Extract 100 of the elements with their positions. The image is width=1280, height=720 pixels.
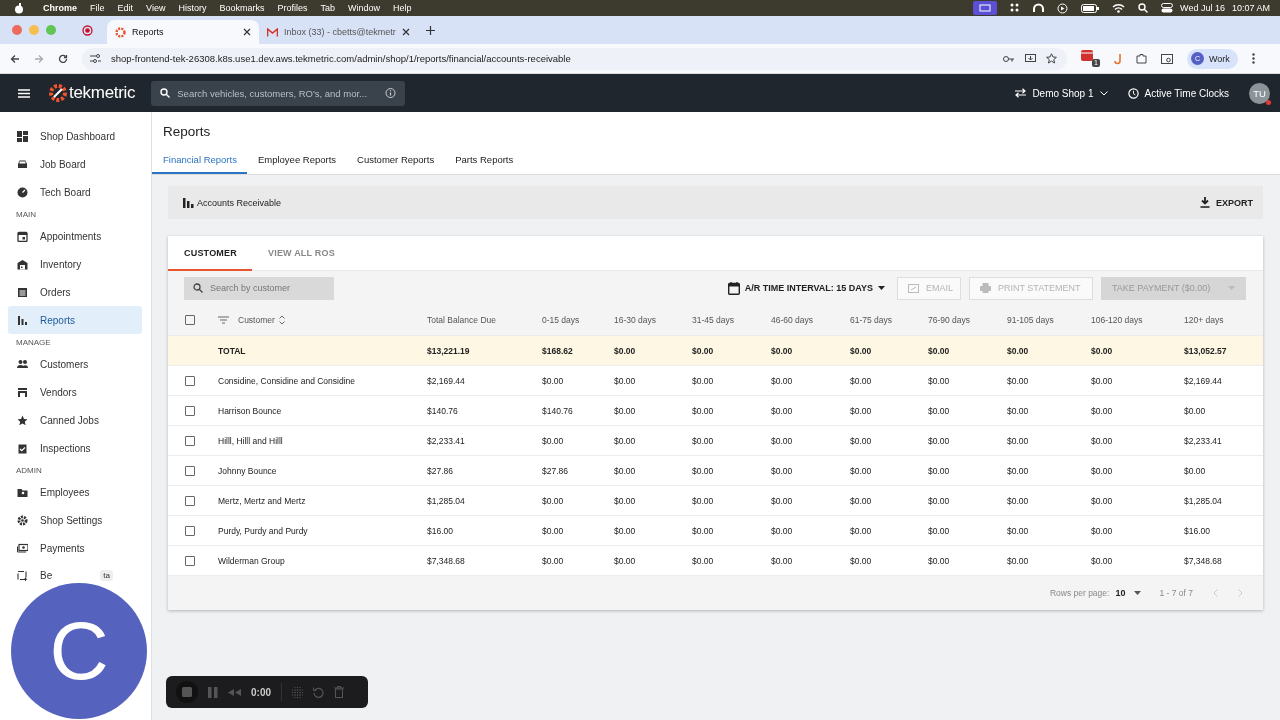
column-header[interactable]: Customer [238, 315, 275, 325]
browser-tab[interactable]: Inbox (33) - cbetts@tekmetr [259, 20, 418, 44]
sidebar-item[interactable]: Canned Jobs [8, 406, 142, 434]
sidebar-item[interactable]: Shop Dashboard [8, 122, 142, 150]
sidebar-item[interactable]: Job Board [8, 150, 142, 178]
swap-icon [1015, 88, 1027, 98]
app-menu[interactable]: Chrome [43, 3, 77, 13]
tab-search-icon[interactable] [1161, 53, 1173, 64]
install-icon[interactable] [1025, 53, 1036, 64]
report-tab[interactable]: Employee Reports [246, 149, 347, 174]
headphones-icon[interactable] [1033, 2, 1045, 14]
info-icon[interactable] [385, 87, 397, 99]
column-header[interactable]: 0-15 days [542, 315, 580, 325]
checkbox[interactable] [185, 495, 195, 506]
sort-icon[interactable] [278, 315, 285, 325]
table-cell: $0.00 [1184, 465, 1206, 476]
sidebar-item[interactable]: Customers [8, 350, 142, 378]
interval-dropdown[interactable]: A/R TIME INTERVAL: 15 DAYS [727, 281, 885, 295]
menu-item[interactable]: History [178, 3, 207, 13]
checkbox[interactable] [185, 315, 195, 325]
sidebar-item[interactable]: Orders [8, 278, 142, 306]
export-button[interactable]: EXPORT [1200, 191, 1253, 214]
sidebar-item[interactable]: Appointments [8, 222, 142, 250]
play-circle-icon[interactable] [1057, 2, 1069, 14]
close-icon[interactable] [401, 28, 410, 36]
puzzle-icon[interactable] [1136, 53, 1147, 64]
table-cell: $0.00 [928, 435, 950, 446]
menu-item[interactable]: Bookmarks [219, 3, 265, 13]
menu-item[interactable]: View [146, 3, 166, 13]
menu-item[interactable]: Profiles [277, 3, 308, 13]
shop-switcher[interactable]: Demo Shop 1 [1015, 87, 1108, 99]
table-cell: $0.00 [771, 465, 793, 476]
screen-share-icon[interactable] [973, 1, 998, 15]
wifi-icon[interactable] [1112, 3, 1126, 13]
table-cell: $0.00 [1007, 495, 1029, 506]
sidebar-item[interactable]: Employees [8, 478, 142, 506]
table-cell: $0.00 [771, 345, 793, 356]
column-header[interactable]: 106-120 days [1091, 315, 1143, 325]
star-icon[interactable] [1046, 53, 1057, 64]
column-header[interactable]: 31-45 days [692, 315, 735, 325]
column-header[interactable]: 46-60 days [771, 315, 814, 325]
column-header[interactable]: Total Balance Due [427, 315, 496, 325]
table-cell: $0.00 [771, 525, 793, 536]
search-icon[interactable] [1138, 3, 1149, 13]
browser-tab[interactable]: Reports [107, 20, 259, 44]
search-field[interactable]: Search by customer [184, 276, 334, 300]
sidebar-item[interactable]: Shop Settings [8, 506, 142, 534]
toggle-icon[interactable] [1161, 3, 1174, 13]
search-field[interactable]: Search vehicles, customers, RO's, and mor... [151, 80, 406, 106]
column-header[interactable]: 16-30 days [614, 315, 657, 325]
recording-time: 0:00 [251, 686, 271, 698]
restart-icon[interactable] [313, 686, 324, 698]
table-cell: $0.00 [614, 495, 636, 506]
hook-icon[interactable] [1114, 52, 1122, 65]
sidebar-item[interactable]: Inspections [8, 434, 142, 462]
sidebar-item[interactable]: Vendors [8, 378, 142, 406]
close-icon[interactable] [243, 28, 251, 36]
table-cell: $16.00 [1184, 525, 1210, 536]
menu-icon[interactable] [18, 88, 30, 98]
menu-item[interactable]: Tab [320, 3, 335, 13]
rows-per-page-select[interactable]: 10 [1115, 588, 1142, 598]
menu-item[interactable]: File [90, 3, 105, 13]
checkbox[interactable] [185, 465, 195, 476]
checkbox[interactable] [185, 375, 195, 386]
reload-icon[interactable] [58, 53, 68, 64]
table-cell: $0.00 [1091, 435, 1113, 446]
sidebar-item[interactable]: Tech Board [8, 178, 142, 206]
table-cell: $0.00 [771, 375, 793, 386]
checkbox[interactable] [185, 525, 195, 536]
column-header[interactable]: 120+ days [1184, 315, 1224, 325]
sidebar-item[interactable]: Be ta [8, 566, 142, 584]
sidebar-item[interactable]: Inventory [8, 250, 142, 278]
checkbox[interactable] [185, 555, 195, 566]
checkbox[interactable] [185, 435, 195, 446]
table-tab[interactable]: VIEW ALL ROS [252, 236, 350, 271]
grid-icon[interactable] [1010, 3, 1021, 13]
checkbox[interactable] [185, 405, 195, 416]
new-tab-icon[interactable] [425, 25, 435, 35]
table-cell: $16.00 [427, 525, 453, 536]
column-header[interactable]: 91-105 days [1007, 315, 1054, 325]
column-header[interactable]: 76-90 days [928, 315, 971, 325]
rows-per-page-label: Rows per page: [1049, 588, 1110, 598]
report-tab[interactable]: Customer Reports [346, 149, 445, 174]
back-icon[interactable] [10, 53, 20, 64]
battery-icon[interactable] [1081, 3, 1100, 13]
stop-icon[interactable] [176, 681, 198, 703]
report-tab[interactable]: Parts Reports [444, 149, 524, 174]
record-icon [82, 24, 93, 36]
address-bar[interactable]: shop-frontend-tek-26308.k8s.use1.dev.aws.tekmetric.com/admin/shop/1/reports/financial/accounts-receivable [82, 47, 1067, 70]
key-icon[interactable] [1003, 54, 1015, 63]
column-header[interactable]: 61-75 days [850, 315, 893, 325]
report-tab[interactable]: Financial Reports [152, 149, 247, 174]
menu-item[interactable]: Edit [117, 3, 134, 13]
menu-item[interactable]: Help [393, 3, 412, 13]
more-icon[interactable] [1251, 53, 1255, 64]
menu-item[interactable]: Window [347, 3, 380, 13]
logo-text: tekmetric [69, 83, 136, 103]
sidebar-item[interactable]: Reports [8, 306, 142, 334]
sidebar-item[interactable]: Payments [8, 534, 142, 562]
time-clocks-button[interactable]: Active Time Clocks [1127, 87, 1229, 99]
